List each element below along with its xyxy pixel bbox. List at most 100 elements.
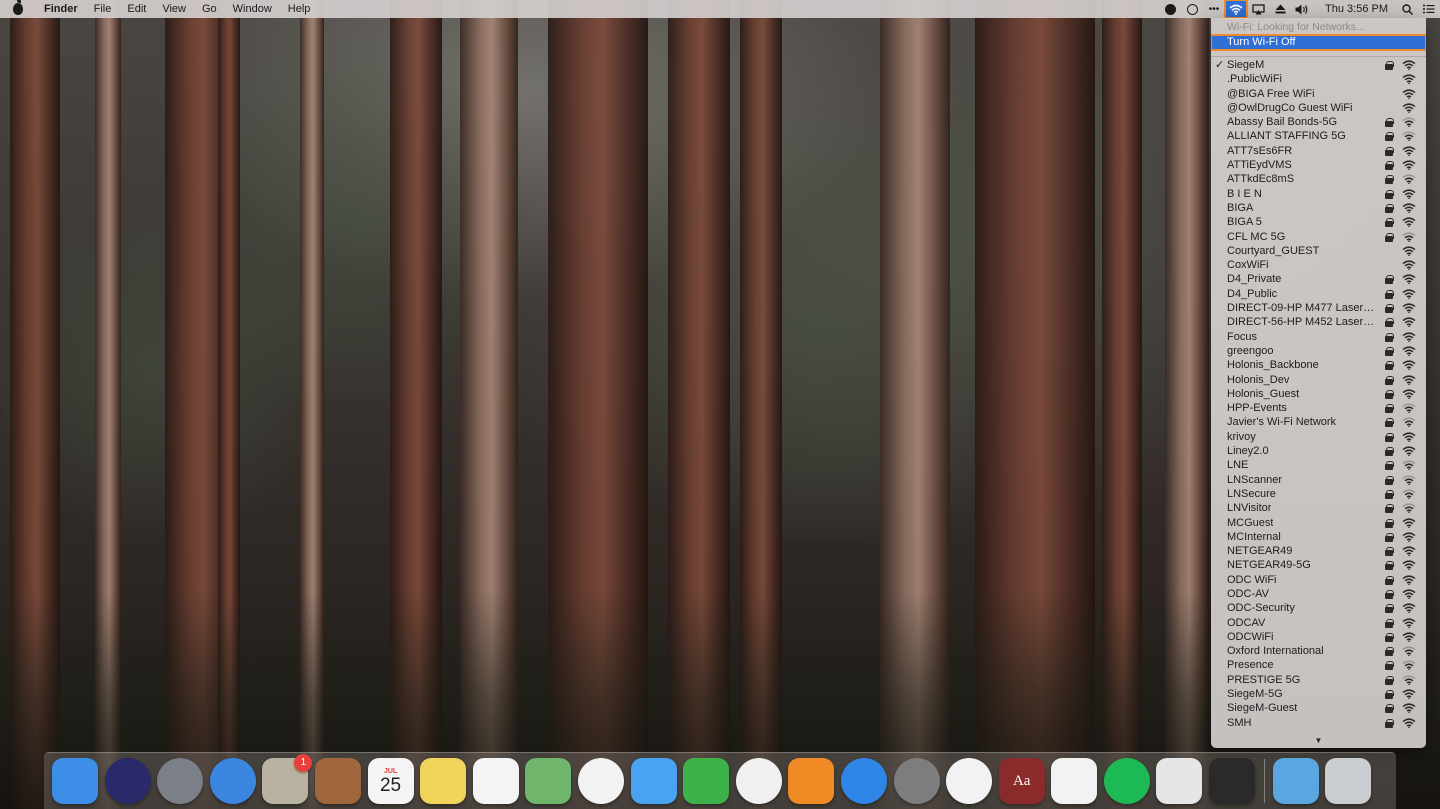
wifi-network-item[interactable]: Focus — [1211, 330, 1426, 344]
wifi-network-item[interactable]: NETGEAR49 — [1211, 544, 1426, 558]
wifi-network-item[interactable]: Courtyard_GUEST — [1211, 244, 1426, 258]
menu-go[interactable]: Go — [194, 0, 225, 18]
downloads-folder-icon[interactable] — [1272, 758, 1319, 804]
contacts-icon[interactable] — [314, 758, 361, 804]
apple-menu-icon[interactable] — [0, 0, 36, 15]
time-machine-icon[interactable] — [1181, 0, 1203, 18]
wifi-network-item[interactable]: LNScanner — [1211, 473, 1426, 487]
eject-icon[interactable] — [1269, 0, 1291, 18]
wifi-network-item[interactable]: ODC-Security — [1211, 601, 1426, 615]
wifi-signal-icon — [1402, 232, 1416, 242]
notification-center-icon[interactable] — [1418, 0, 1440, 18]
wifi-network-item[interactable]: MCGuest — [1211, 516, 1426, 530]
wifi-network-item[interactable]: BIGA — [1211, 201, 1426, 215]
wifi-network-item[interactable]: Oxford International — [1211, 644, 1426, 658]
wifi-network-item[interactable]: Javier's Wi-Fi Network — [1211, 415, 1426, 429]
wifi-network-item[interactable]: SiegeM-Guest — [1211, 701, 1426, 715]
lock-icon — [1385, 589, 1394, 599]
wifi-network-item[interactable]: SiegeM-5G — [1211, 687, 1426, 701]
wifi-network-item[interactable]: ✓ SiegeM — [1211, 58, 1426, 72]
menu-file[interactable]: File — [86, 0, 120, 18]
wifi-network-item[interactable]: Liney2.0 — [1211, 444, 1426, 458]
wifi-network-item[interactable]: Holonis_Guest — [1211, 387, 1426, 401]
menu-edit[interactable]: Edit — [119, 0, 154, 18]
ibooks-icon[interactable] — [788, 758, 835, 804]
wifi-network-item[interactable]: ODCWiFi — [1211, 630, 1426, 644]
trash-icon[interactable] — [1325, 758, 1372, 804]
menu-window[interactable]: Window — [225, 0, 280, 18]
wifi-network-item[interactable]: CFL MC 5G — [1211, 230, 1426, 244]
wifi-network-item[interactable]: ODCAV — [1211, 616, 1426, 630]
mail-icon[interactable]: 1 — [262, 754, 313, 804]
menubar-clock[interactable]: Thu 3:56 PM — [1313, 3, 1396, 15]
wifi-network-item[interactable]: MCInternal — [1211, 530, 1426, 544]
script-editor-icon[interactable] — [1156, 758, 1203, 804]
wifi-network-name: Abassy Bail Bonds-5G — [1227, 116, 1338, 129]
photos-icon[interactable] — [577, 758, 624, 804]
wifi-network-item[interactable]: SMH — [1211, 716, 1426, 730]
wifi-network-item[interactable]: Presence — [1211, 658, 1426, 672]
wifi-network-item[interactable]: ATTiEydVMS — [1211, 158, 1426, 172]
wifi-network-item[interactable]: D4_Private — [1211, 272, 1426, 286]
itunes-icon[interactable] — [735, 758, 782, 804]
wifi-network-item[interactable]: BIGA 5 — [1211, 215, 1426, 229]
wifi-network-item[interactable]: LNVisitor — [1211, 501, 1426, 515]
slack-icon[interactable] — [1051, 758, 1098, 804]
spotlight-search-icon[interactable] — [1396, 0, 1418, 18]
notes-icon[interactable] — [420, 758, 467, 804]
finder-icon[interactable] — [52, 758, 98, 804]
wifi-signal-icon — [1402, 675, 1416, 685]
system-preferences-icon[interactable] — [893, 758, 940, 804]
maps-icon[interactable] — [525, 758, 572, 804]
wifi-network-item[interactable]: D4_Public — [1211, 287, 1426, 301]
activity-monitor-icon[interactable] — [1209, 758, 1256, 804]
siri-icon[interactable] — [104, 758, 151, 804]
reminders-icon[interactable] — [472, 758, 519, 804]
volume-icon[interactable] — [1291, 0, 1313, 18]
wifi-network-item[interactable]: ODC WiFi — [1211, 573, 1426, 587]
wifi-signal-icon — [1402, 718, 1416, 728]
wifi-network-item[interactable]: DIRECT-56-HP M452 LaserJ... — [1211, 315, 1426, 329]
wifi-network-item[interactable]: krivoy — [1211, 430, 1426, 444]
app-menu-finder[interactable]: Finder — [36, 0, 86, 18]
lock-icon — [1385, 375, 1394, 385]
airplay-icon[interactable] — [1247, 0, 1269, 18]
wifi-network-item[interactable]: @OwlDrugCo Guest WiFi — [1211, 101, 1426, 115]
wifi-network-item[interactable]: B I E N — [1211, 187, 1426, 201]
app-store-icon[interactable] — [840, 758, 887, 804]
spotify-icon[interactable] — [1103, 758, 1150, 804]
wifi-network-item[interactable]: ALLIANT STAFFING 5G — [1211, 129, 1426, 143]
wifi-network-item[interactable]: Abassy Bail Bonds-5G — [1211, 115, 1426, 129]
menu-view[interactable]: View — [154, 0, 194, 18]
wifi-icon[interactable] — [1224, 0, 1249, 19]
menu-help[interactable]: Help — [280, 0, 319, 18]
wifi-network-item[interactable]: ATT7sEs6FR — [1211, 144, 1426, 158]
launchpad-icon[interactable] — [157, 758, 204, 804]
wifi-network-item[interactable]: LNSecure — [1211, 487, 1426, 501]
creative-cloud-icon[interactable] — [1159, 0, 1181, 18]
wifi-network-item[interactable]: Holonis_Backbone — [1211, 358, 1426, 372]
wifi-network-item[interactable]: greengoo — [1211, 344, 1426, 358]
wifi-network-item[interactable]: DIRECT-09-HP M477 LaserJ... — [1211, 301, 1426, 315]
wifi-network-item[interactable]: ATTkdEc8mS — [1211, 172, 1426, 186]
wifi-network-item[interactable]: Holonis_Dev — [1211, 373, 1426, 387]
messages-icon[interactable] — [630, 758, 677, 804]
wifi-network-name: Liney2.0 — [1227, 445, 1269, 458]
wifi-network-item[interactable]: @BIGA Free WiFi — [1211, 87, 1426, 101]
wifi-network-item[interactable]: LNE — [1211, 458, 1426, 472]
dictionary-icon[interactable]: Aa — [998, 758, 1045, 804]
calendar-icon[interactable]: JUL 25 — [367, 758, 414, 804]
wifi-network-item[interactable]: .PublicWiFi — [1211, 72, 1426, 86]
turn-wifi-off-item[interactable]: Turn Wi-Fi Off — [1211, 34, 1426, 51]
wifi-signal-icon — [1402, 618, 1416, 628]
scroll-down-arrow[interactable]: ▼ — [1211, 736, 1426, 745]
wifi-network-item[interactable]: CoxWiFi — [1211, 258, 1426, 272]
chrome-icon[interactable] — [946, 758, 993, 804]
wifi-network-item[interactable]: PRESTIGE 5G — [1211, 673, 1426, 687]
wifi-network-item[interactable]: NETGEAR49-5G — [1211, 558, 1426, 572]
wifi-network-item[interactable]: HPP-Events — [1211, 401, 1426, 415]
wifi-network-item[interactable]: ODC-AV — [1211, 587, 1426, 601]
facetime-icon[interactable] — [683, 758, 730, 804]
more-icon[interactable]: ••• — [1203, 0, 1225, 18]
safari-icon[interactable] — [209, 758, 256, 804]
